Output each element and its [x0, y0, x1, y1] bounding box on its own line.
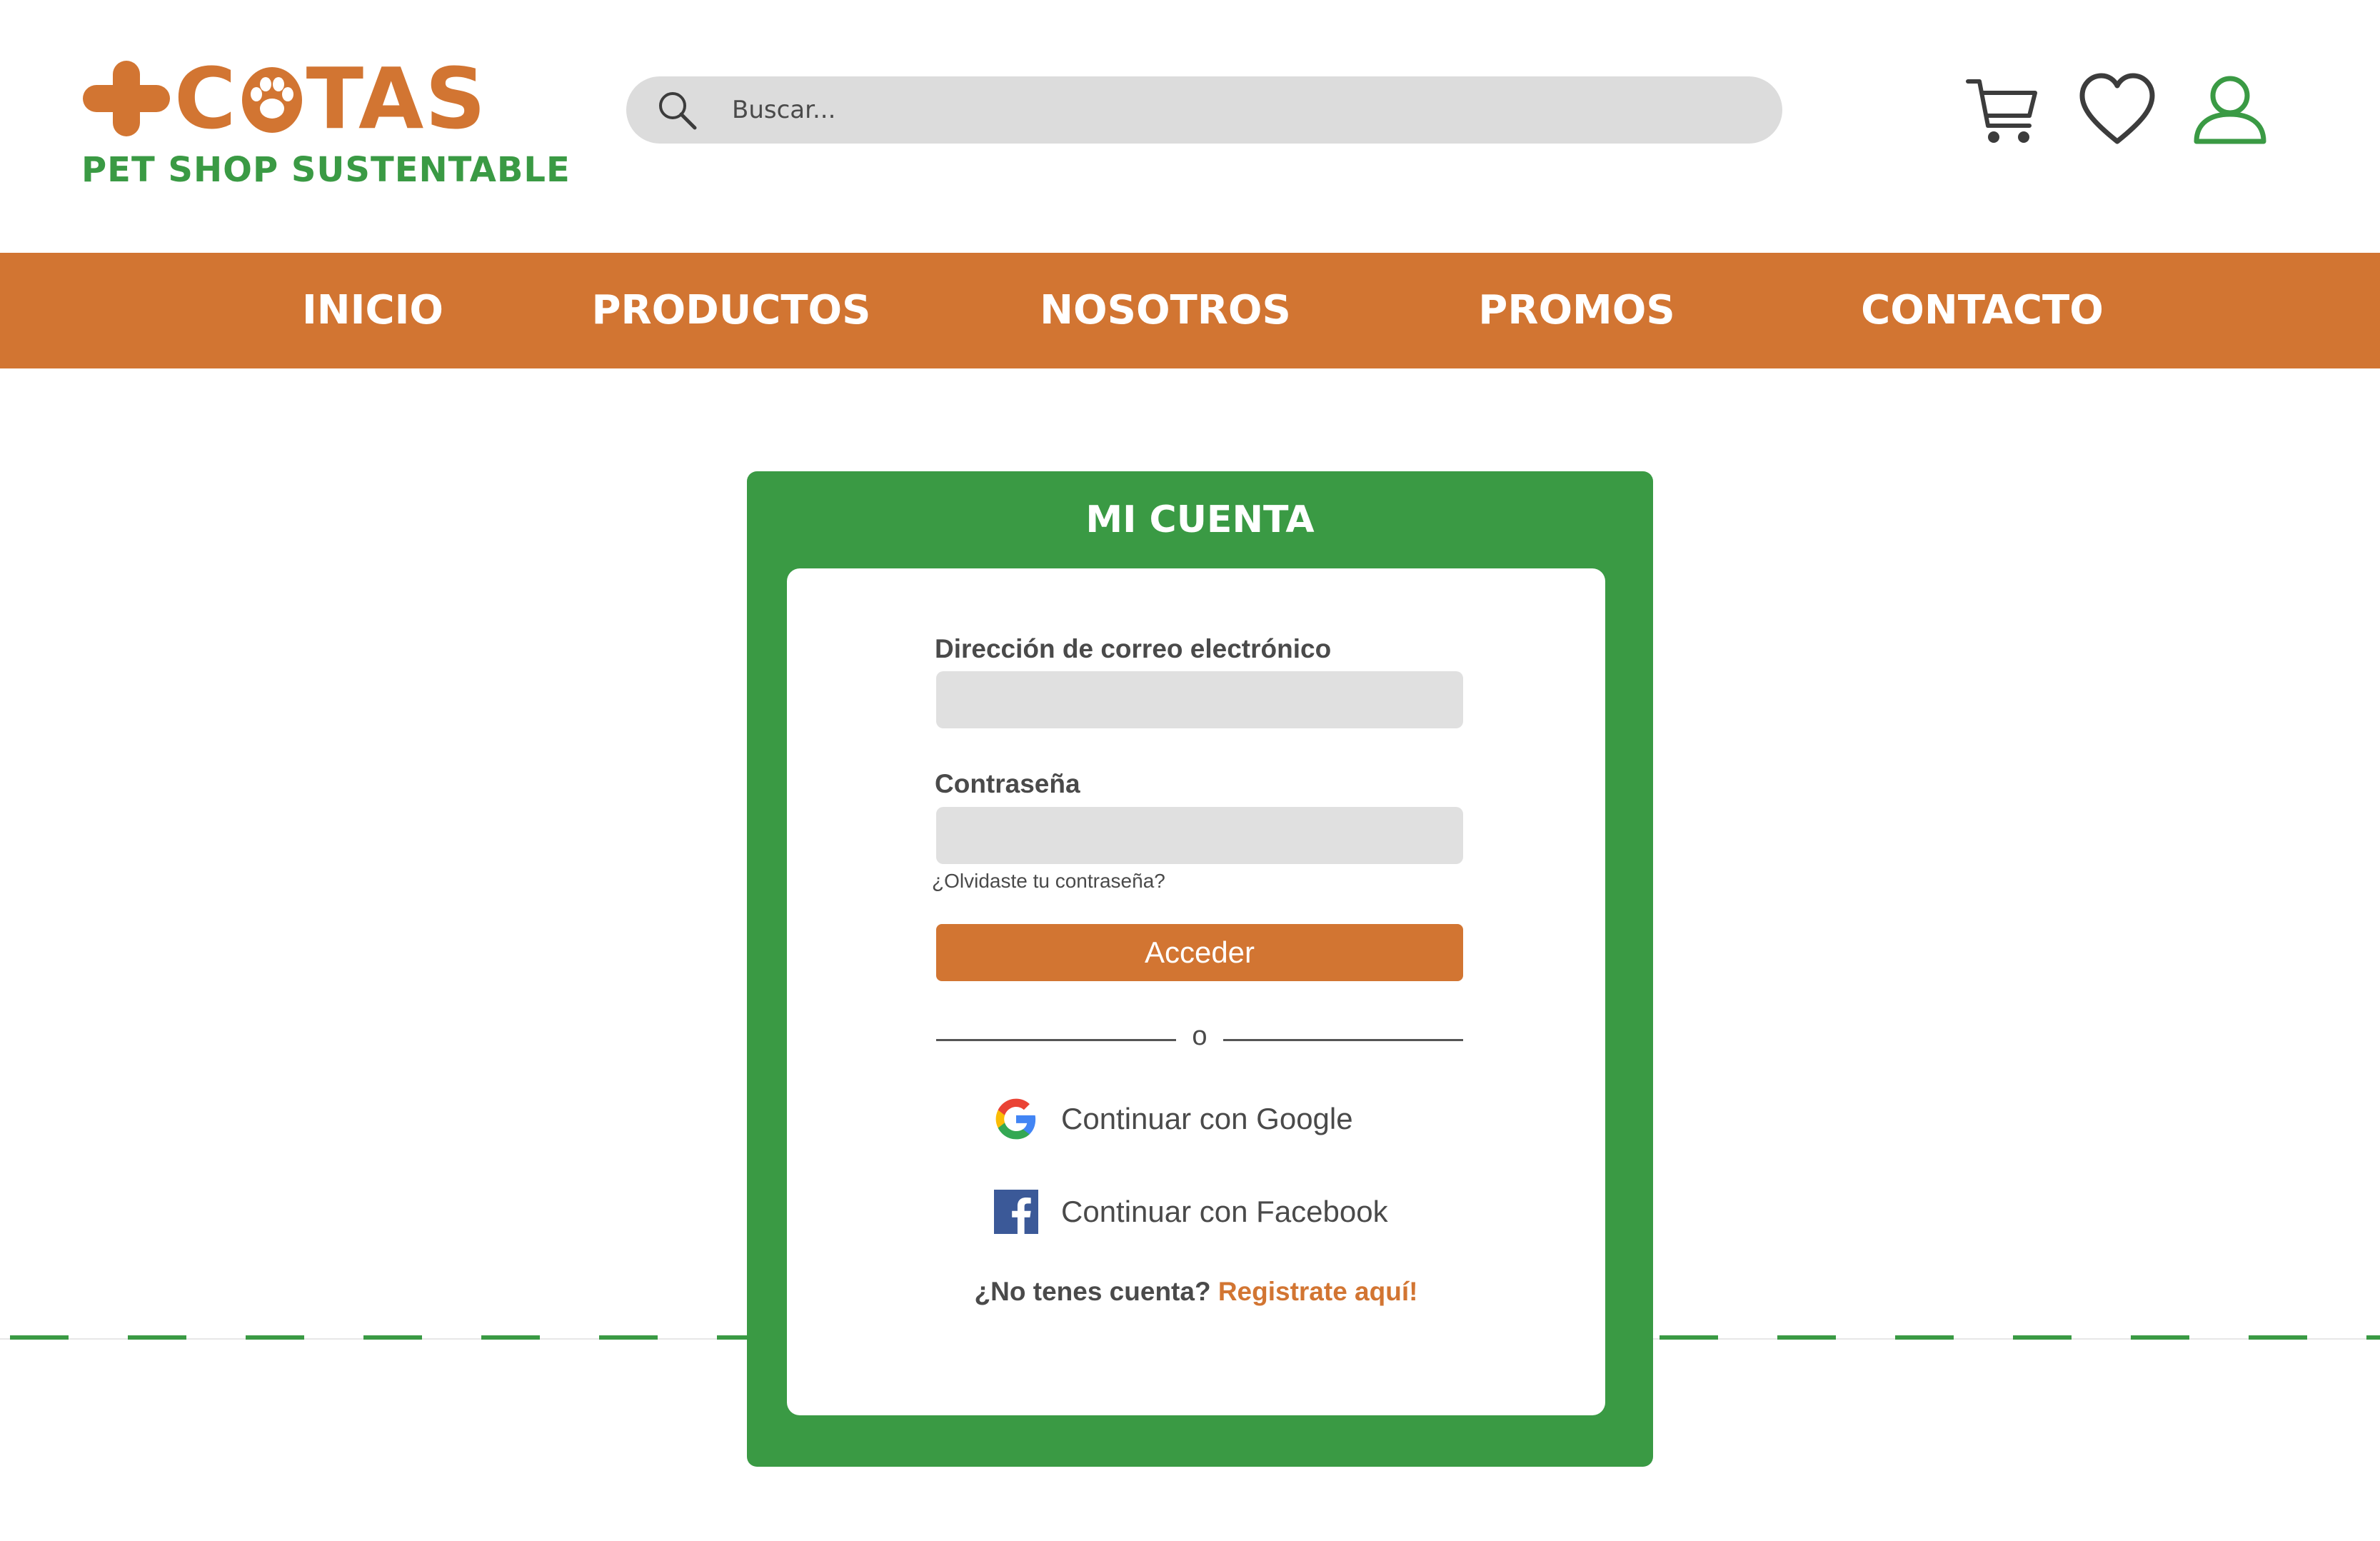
logo-letter-c: C: [174, 49, 238, 148]
logo-wordmark: C TAS: [80, 56, 487, 141]
cart-icon[interactable]: [1964, 71, 2042, 150]
nav-item-contacto[interactable]: CONTACTO: [1861, 253, 2104, 368]
login-form: Dirección de correo electrónico Contrase…: [787, 568, 1605, 1415]
email-label: Dirección de correo electrónico: [935, 634, 1332, 663]
page: C TAS PET SHOP SUSTENTABLE Buscar... INI…: [0, 0, 2380, 1541]
register-prompt: ¿No tenes cuenta? Registrate aquí!: [787, 1277, 1605, 1307]
login-title: MI CUENTA: [1085, 498, 1315, 541]
facebook-icon: [994, 1190, 1038, 1234]
logo-letters-tas: TAS: [306, 49, 488, 148]
logo-text: C TAS: [174, 56, 487, 141]
nav-item-inicio[interactable]: INICIO: [302, 253, 443, 368]
search-icon[interactable]: [655, 88, 699, 132]
or-divider-left: [936, 1039, 1176, 1041]
forgot-password-link[interactable]: ¿Olvidaste tu contraseña?: [932, 870, 1165, 893]
google-login-button[interactable]: Continuar con Google: [994, 1094, 1353, 1144]
main-nav: INICIO PRODUCTOS NOSOTROS PROMOS CONTACT…: [0, 253, 2380, 368]
or-divider-right: [1223, 1039, 1463, 1041]
search-input[interactable]: Buscar...: [732, 96, 835, 124]
heart-icon[interactable]: [2078, 71, 2156, 150]
email-field[interactable]: [936, 671, 1463, 728]
login-button[interactable]: Acceder: [936, 924, 1463, 981]
facebook-login-label: Continuar con Facebook: [1061, 1195, 1388, 1228]
brand-logo[interactable]: C TAS PET SHOP SUSTENTABLE: [80, 56, 570, 199]
brand-tagline: PET SHOP SUSTENTABLE: [81, 150, 571, 190]
search-bar[interactable]: Buscar...: [626, 76, 1782, 144]
google-icon: [995, 1098, 1036, 1140]
nav-item-nosotros[interactable]: NOSOTROS: [1040, 253, 1291, 368]
plus-icon: [83, 61, 170, 136]
password-label: Contraseña: [935, 769, 1080, 798]
or-divider-text: o: [1192, 1021, 1207, 1051]
register-link[interactable]: Registrate aquí!: [1218, 1277, 1418, 1306]
user-icon[interactable]: [2191, 71, 2269, 150]
register-prompt-text: ¿No tenes cuenta?: [974, 1277, 1211, 1306]
login-card: MI CUENTA Dirección de correo electrónic…: [747, 471, 1653, 1467]
google-login-label: Continuar con Google: [1061, 1102, 1353, 1135]
nav-item-promos[interactable]: PROMOS: [1478, 253, 1674, 368]
paw-icon: [241, 67, 302, 133]
facebook-login-button[interactable]: Continuar con Facebook: [994, 1187, 1388, 1237]
nav-item-productos[interactable]: PRODUCTOS: [592, 253, 871, 368]
password-field[interactable]: [936, 807, 1463, 864]
